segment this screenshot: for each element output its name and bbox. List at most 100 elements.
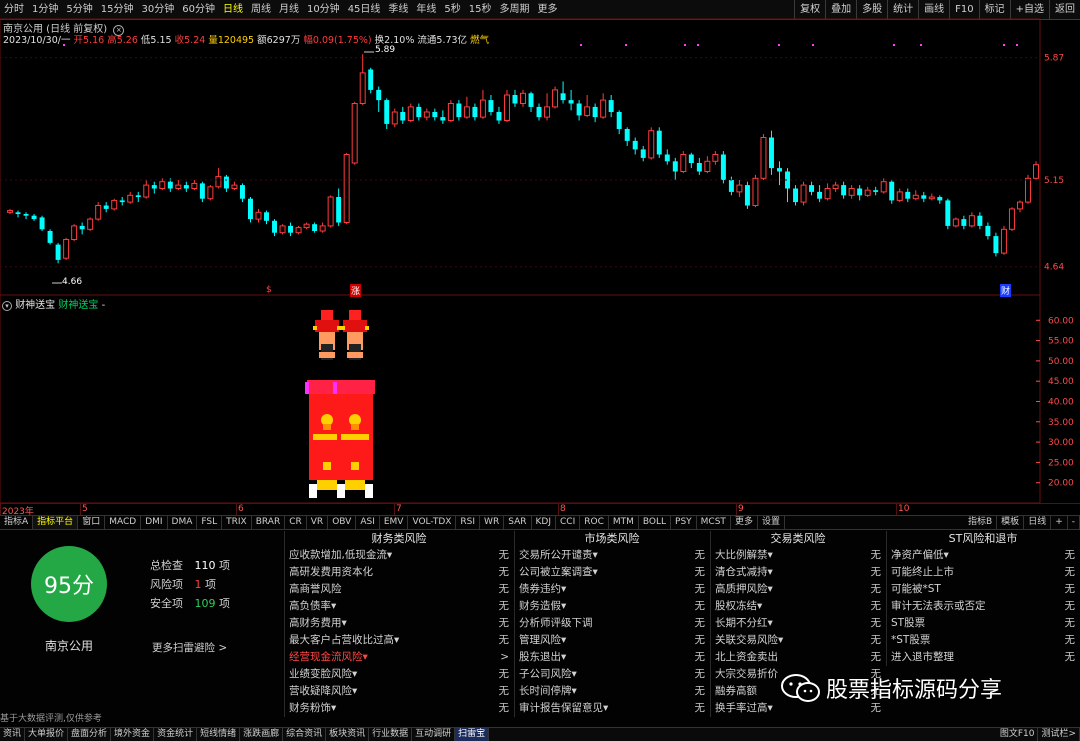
risk-row[interactable]: 营收疑降风险▾ 无 bbox=[289, 683, 509, 700]
risk-row[interactable]: *ST股票 无 bbox=[891, 632, 1075, 649]
risk-row[interactable]: 长期不分红▾ 无 bbox=[715, 615, 881, 632]
risk-row[interactable]: 公司被立案调查▾ 无 bbox=[519, 564, 705, 581]
indicator-tab[interactable]: DMI bbox=[141, 516, 168, 529]
risk-column-title: 财务类风险 bbox=[371, 532, 427, 545]
candle-body bbox=[312, 224, 318, 231]
risk-item-name: 高财务费用▾ bbox=[289, 617, 347, 629]
risk-row[interactable]: 进入退市整理 无 bbox=[891, 649, 1075, 666]
indicator-tab[interactable]: 指标A bbox=[0, 516, 34, 529]
indicator-tab[interactable]: SAR bbox=[504, 516, 532, 529]
stat-risk-value: 1 bbox=[194, 578, 202, 591]
risk-row[interactable]: 最大客户占营收比过高▾ 无 bbox=[289, 632, 509, 649]
indicator-tab[interactable]: CR bbox=[285, 516, 307, 529]
risk-row[interactable]: 高研发费用资本化 无 bbox=[289, 564, 509, 581]
more-scan-link[interactable]: 更多扫雷避险 > bbox=[152, 640, 227, 655]
indicator-tab[interactable]: ROC bbox=[580, 516, 609, 529]
bottom-tab[interactable]: 扫雷宝 bbox=[455, 728, 490, 741]
marker-s[interactable]: $ bbox=[266, 285, 272, 295]
bottom-right-button[interactable]: 测试栏> bbox=[1038, 728, 1080, 741]
indicator-tab[interactable]: WR bbox=[480, 516, 505, 529]
bottom-right-button[interactable]: 图文F10 bbox=[997, 728, 1039, 741]
indicator-tab[interactable]: KDJ bbox=[532, 516, 556, 529]
risk-row[interactable]: 管理风险▾ 无 bbox=[519, 632, 705, 649]
indicator-tab[interactable]: CCI bbox=[556, 516, 581, 529]
indicator-tab[interactable]: 更多 bbox=[731, 516, 758, 529]
indicator-tab[interactable]: RSI bbox=[456, 516, 481, 529]
risk-row[interactable]: 经营现金流风险▾ > bbox=[289, 649, 509, 666]
indicator-tab[interactable]: MACD bbox=[105, 516, 142, 529]
bottom-right-group: 图文F10 测试栏> bbox=[997, 728, 1080, 741]
price-chart[interactable]: 5.87 5.15 4.64 60.00 55.00 50.00 45.00 40.00 35… bbox=[0, 0, 1080, 503]
candle-body bbox=[191, 182, 198, 189]
indicator-right-button[interactable]: 日线 bbox=[1024, 516, 1052, 529]
indicator-tab[interactable]: 设置 bbox=[758, 516, 785, 529]
indicator-tab[interactable]: BRAR bbox=[252, 516, 286, 529]
risk-row[interactable]: 北上资金卖出 无 bbox=[715, 649, 881, 666]
indicator-tab[interactable]: DMA bbox=[168, 516, 198, 529]
indicator-tab[interactable]: MCST bbox=[697, 516, 731, 529]
risk-row[interactable]: 财务粉饰▾ 无 bbox=[289, 700, 509, 717]
risk-row[interactable]: 高财务费用▾ 无 bbox=[289, 615, 509, 632]
risk-row[interactable]: 清仓式减持▾ 无 bbox=[715, 564, 881, 581]
bottom-tab[interactable]: 大单报价 bbox=[25, 728, 69, 741]
bottom-tab[interactable]: 涨跌画廊 bbox=[240, 728, 284, 741]
risk-row[interactable]: 业绩变脸风险▾ 无 bbox=[289, 666, 509, 683]
risk-row[interactable]: 高商誉风险 无 bbox=[289, 581, 509, 598]
indicator-tab[interactable]: MTM bbox=[609, 516, 639, 529]
risk-row[interactable]: 分析师评级下调 无 bbox=[519, 615, 705, 632]
bottom-tab[interactable]: 板块资讯 bbox=[326, 728, 370, 741]
indicator-tab[interactable]: BOLL bbox=[639, 516, 672, 529]
bottom-tab[interactable]: 盘面分析 bbox=[68, 728, 112, 741]
risk-row[interactable]: 交易所公开谴责▾ 无 bbox=[519, 547, 705, 564]
bottom-tab[interactable]: 综合资讯 bbox=[283, 728, 327, 741]
indicator-tab[interactable]: EMV bbox=[380, 516, 409, 529]
risk-row[interactable]: 审计报告保留意见▾ 无 bbox=[519, 700, 705, 717]
bottom-tab[interactable]: 行业数据 bbox=[369, 728, 413, 741]
indicator-tab[interactable]: VR bbox=[307, 516, 329, 529]
risk-row[interactable]: 大比例解禁▾ 无 bbox=[715, 547, 881, 564]
indicator-right-button[interactable]: 指标B bbox=[964, 516, 998, 529]
event-dot bbox=[1016, 44, 1018, 46]
indicator-toggle-icon[interactable]: ▾ bbox=[2, 301, 12, 311]
indicator-tab[interactable]: OBV bbox=[328, 516, 357, 529]
low-price-marker: 4.66 bbox=[62, 277, 83, 287]
indicator-tab[interactable]: ASI bbox=[356, 516, 380, 529]
candle-body bbox=[937, 197, 943, 201]
risk-row[interactable]: 高负债率▾ 无 bbox=[289, 598, 509, 615]
indicator-tab[interactable]: 窗口 bbox=[78, 516, 106, 529]
risk-row[interactable]: 可能被*ST 无 bbox=[891, 581, 1075, 598]
risk-row[interactable]: 子公司风险▾ 无 bbox=[519, 666, 705, 683]
candle-body bbox=[207, 186, 214, 200]
risk-row[interactable]: 应收款增加,低现金流▾ 无 bbox=[289, 547, 509, 564]
indicator-right-button[interactable]: + bbox=[1051, 516, 1068, 529]
sub-y-tick-label: 20.00 bbox=[1048, 479, 1074, 489]
risk-row[interactable]: 高质押风险▾ 无 bbox=[715, 581, 881, 598]
risk-row[interactable]: 审计无法表示或否定 无 bbox=[891, 598, 1075, 615]
risk-row[interactable]: 股东退出▾ 无 bbox=[519, 649, 705, 666]
risk-row[interactable]: 财务造假▾ 无 bbox=[519, 598, 705, 615]
bottom-tab[interactable]: 短线情绪 bbox=[197, 728, 241, 741]
risk-row[interactable]: 债券违约▾ 无 bbox=[519, 581, 705, 598]
indicator-right-button[interactable]: 模板 bbox=[997, 516, 1025, 529]
bottom-tab[interactable]: 互动调研 bbox=[412, 728, 456, 741]
indicator-tab[interactable]: PSY bbox=[671, 516, 697, 529]
bottom-tab[interactable]: 资金统计 bbox=[154, 728, 198, 741]
risk-row[interactable]: 净资产偏低▾ 无 bbox=[891, 547, 1075, 564]
bottom-tab[interactable]: 境外资金 bbox=[111, 728, 155, 741]
risk-row[interactable]: 股权冻结▾ 无 bbox=[715, 598, 881, 615]
indicator-tab[interactable]: 指标平台 bbox=[33, 516, 79, 529]
risk-item-name: 关联交易风险▾ bbox=[715, 634, 784, 646]
risk-column-title: 交易类风险 bbox=[770, 532, 826, 545]
marker-cai[interactable]: 财 bbox=[1000, 284, 1012, 297]
indicator-tab[interactable]: TRIX bbox=[222, 516, 252, 529]
risk-row[interactable]: 长时间停牌▾ 无 bbox=[519, 683, 705, 700]
indicator-tab[interactable]: FSL bbox=[197, 516, 223, 529]
marker-zhang[interactable]: 涨 bbox=[350, 284, 362, 297]
risk-row[interactable]: 关联交易风险▾ 无 bbox=[715, 632, 881, 649]
risk-row[interactable]: ST股票 无 bbox=[891, 615, 1075, 632]
risk-row[interactable]: 可能终止上市 无 bbox=[891, 564, 1075, 581]
bottom-tab[interactable]: 资讯 bbox=[0, 728, 26, 741]
indicator-tab[interactable]: VOL-TDX bbox=[408, 516, 457, 529]
indicator-right-button[interactable]: - bbox=[1068, 516, 1080, 529]
risk-item-name: 财务造假▾ bbox=[519, 600, 567, 612]
